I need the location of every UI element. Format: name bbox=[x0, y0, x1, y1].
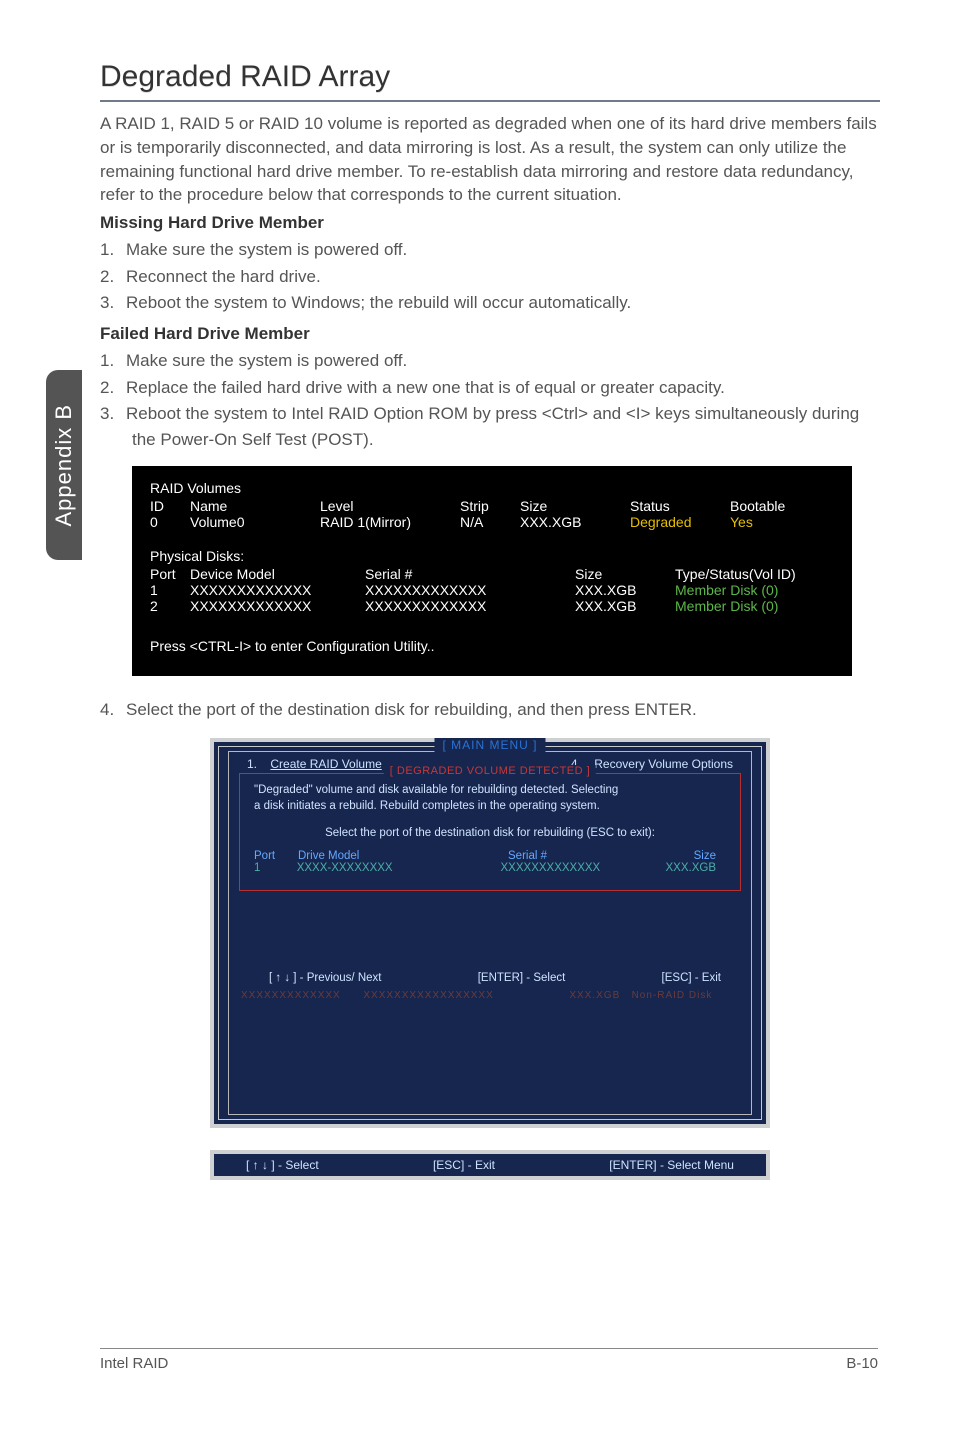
hint-esc: [ESC] - Exit bbox=[433, 1158, 495, 1172]
bios-title: [ MAIN MENU ] bbox=[434, 738, 545, 752]
bios-panel: [ MAIN MENU ] 1. Create RAID Volume 4. R… bbox=[210, 738, 770, 1128]
hint-enter-menu: [ENTER] - Select Menu bbox=[609, 1158, 734, 1172]
list-item: 1.Make sure the system is powered off. bbox=[100, 348, 880, 374]
failed-heading: Failed Hard Drive Member bbox=[100, 324, 880, 344]
col-level: Level bbox=[320, 498, 460, 514]
menu-item-create-raid[interactable]: 1. Create RAID Volume bbox=[247, 757, 382, 771]
list-item: 3.Reboot the system to Windows; the rebu… bbox=[100, 290, 880, 316]
col-strip: Strip bbox=[460, 498, 520, 514]
decorative-line: XXXXXXXXXXXXX XXXXXXXXXXXXXXXXX XXX.XGB … bbox=[241, 990, 739, 1001]
list-item: 1.Make sure the system is powered off. bbox=[100, 237, 880, 263]
list-item: 2.Replace the failed hard drive with a n… bbox=[100, 375, 880, 401]
list-item: 3.Reboot the system to Intel RAID Option… bbox=[100, 401, 880, 454]
failed-list: 1.Make sure the system is powered off. 2… bbox=[100, 348, 880, 453]
col-id: ID bbox=[150, 498, 190, 514]
physical-disks-header: Port Device Model Serial # Size Type/Sta… bbox=[150, 566, 834, 582]
status-degraded: Degraded bbox=[630, 514, 730, 530]
page-title: Degraded RAID Array bbox=[100, 60, 880, 102]
side-tab: Appendix B bbox=[46, 370, 82, 560]
missing-list: 1.Make sure the system is powered off. 2… bbox=[100, 237, 880, 316]
bios-bottom-bar: [ ↑ ↓ ] - Select [ESC] - Exit [ENTER] - … bbox=[210, 1150, 770, 1180]
col-size: Size bbox=[520, 498, 630, 514]
raid-volume-row: 0 Volume0 RAID 1(Mirror) N/A XXX.XGB Deg… bbox=[150, 514, 834, 530]
member-disk: Member Disk (0) bbox=[675, 598, 834, 614]
raid-status-panel: RAID Volumes ID Name Level Strip Size St… bbox=[132, 466, 852, 676]
raid-volumes-label: RAID Volumes bbox=[150, 480, 834, 496]
dialog-msg-1: "Degraded" volume and disk available for… bbox=[254, 782, 726, 799]
footer-left: Intel RAID bbox=[100, 1355, 168, 1372]
missing-heading: Missing Hard Drive Member bbox=[100, 213, 880, 233]
page-footer: Intel RAID B-10 bbox=[100, 1348, 878, 1372]
bootable-value: Yes bbox=[730, 514, 834, 530]
degraded-dialog: [ DEGRADED VOLUME DETECTED ] "Degraded" … bbox=[239, 773, 741, 891]
list-item: 2.Reconnect the hard drive. bbox=[100, 264, 880, 290]
port-list-row[interactable]: 1 XXXX-XXXXXXXX XXXXXXXXXXXXX XXX.XGB bbox=[254, 862, 726, 874]
step-4: 4.Select the port of the destination dis… bbox=[100, 700, 880, 720]
col-bootable: Bootable bbox=[730, 498, 834, 514]
dialog-msg-3: Select the port of the destination disk … bbox=[254, 825, 726, 842]
col-name: Name bbox=[190, 498, 320, 514]
physical-disks-label: Physical Disks: bbox=[150, 548, 834, 564]
port-list-header: Port Drive Model Serial # Size bbox=[254, 850, 726, 862]
footer-right: B-10 bbox=[846, 1355, 878, 1372]
degraded-dialog-title: [ DEGRADED VOLUME DETECTED ] bbox=[384, 765, 596, 777]
hint-select: [ ↑ ↓ ] - Select bbox=[246, 1158, 319, 1172]
raid-volumes-header: ID Name Level Strip Size Status Bootable bbox=[150, 498, 834, 514]
config-utility-hint: Press <CTRL-I> to enter Configuration Ut… bbox=[150, 638, 834, 654]
physical-disk-row: 2 XXXXXXXXXXXXX XXXXXXXXXXXXX XXX.XGB Me… bbox=[150, 598, 834, 614]
col-status: Status bbox=[630, 498, 730, 514]
hint-prev-next: [ ↑ ↓ ] - Previous/ Next bbox=[269, 972, 381, 984]
intro-paragraph: A RAID 1, RAID 5 or RAID 10 volume is re… bbox=[100, 112, 880, 207]
physical-disk-row: 1 XXXXXXXXXXXXX XXXXXXXXXXXXX XXX.XGB Me… bbox=[150, 582, 834, 598]
member-disk: Member Disk (0) bbox=[675, 582, 834, 598]
hint-esc-exit: [ESC] - Exit bbox=[662, 972, 721, 984]
hint-enter-select: [ENTER] - Select bbox=[478, 972, 566, 984]
dialog-controls: [ ↑ ↓ ] - Previous/ Next [ENTER] - Selec… bbox=[269, 972, 721, 984]
side-tab-label: Appendix B bbox=[51, 404, 77, 527]
dialog-msg-2: a disk initiates a rebuild. Rebuild comp… bbox=[254, 798, 726, 815]
